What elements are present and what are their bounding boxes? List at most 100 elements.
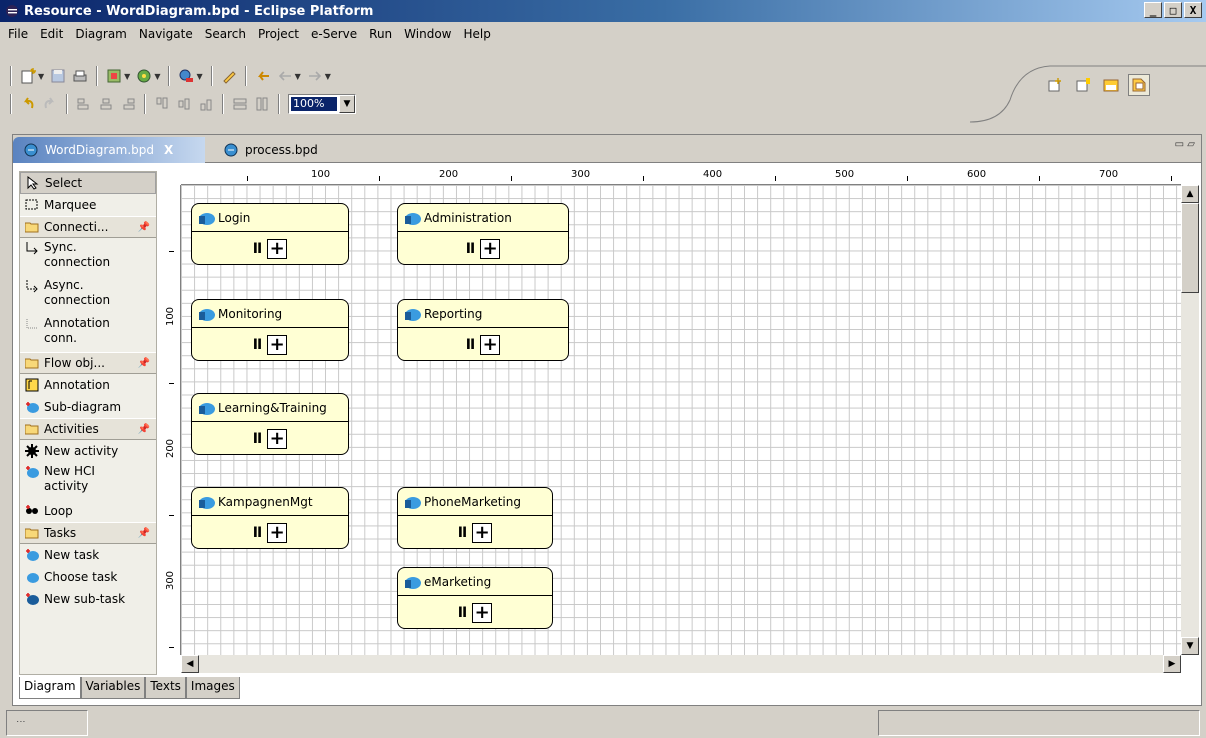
expand-plus-icon[interactable]: + <box>472 602 493 623</box>
minimize-button[interactable]: _ <box>1144 2 1162 18</box>
expand-plus-icon[interactable]: + <box>267 428 288 449</box>
pause-icon[interactable]: II <box>253 525 262 541</box>
save-icon[interactable] <box>48 66 68 86</box>
vertical-scroll-thumb[interactable] <box>1181 203 1199 293</box>
process-node-reporting[interactable]: Reporting II + <box>397 299 569 361</box>
menu-help[interactable]: Help <box>459 27 494 41</box>
print-icon[interactable] <box>70 66 90 86</box>
process-node-login[interactable]: Login II + <box>191 203 349 265</box>
new-icon[interactable] <box>18 66 38 86</box>
run-icon[interactable] <box>176 66 196 86</box>
tab-worddiagram[interactable]: WordDiagram.bpd X <box>13 137 205 163</box>
build-icon[interactable] <box>104 66 124 86</box>
scroll-up-icon[interactable]: ▲ <box>1181 185 1199 203</box>
align-bottom-icon[interactable] <box>196 94 216 114</box>
pause-icon[interactable]: II <box>253 337 262 353</box>
diagram-canvas[interactable]: Login II + Administration II + Monitoring … <box>181 185 1181 655</box>
palette-loop[interactable]: Loop <box>20 500 156 522</box>
palette-new-hci-activity[interactable]: New HCI activity <box>20 462 156 500</box>
palette-new-activity[interactable]: New activity <box>20 440 156 462</box>
palette-async-connection[interactable]: Async. connection <box>20 276 156 314</box>
palette-new-task[interactable]: New task <box>20 544 156 566</box>
back-icon[interactable] <box>275 66 295 86</box>
open-perspective-icon[interactable] <box>1044 74 1066 96</box>
java-perspective-icon[interactable] <box>1100 74 1122 96</box>
menu-e-serve[interactable]: e-Serve <box>307 27 361 41</box>
deploy-icon[interactable] <box>134 66 154 86</box>
scroll-left-icon[interactable]: ◀ <box>181 655 199 673</box>
close-tab-icon[interactable]: X <box>164 143 173 157</box>
undo-icon[interactable] <box>18 94 38 114</box>
process-node-emarketing[interactable]: eMarketing II + <box>397 567 553 629</box>
scroll-right-icon[interactable]: ▶ <box>1163 655 1181 673</box>
expand-plus-icon[interactable]: + <box>267 522 288 543</box>
menu-search[interactable]: Search <box>201 27 250 41</box>
pause-icon[interactable]: II <box>253 431 262 447</box>
align-top-icon[interactable] <box>152 94 172 114</box>
expand-plus-icon[interactable]: + <box>267 334 288 355</box>
match-width-icon[interactable] <box>230 94 250 114</box>
pin-icon[interactable]: 📌 <box>138 424 150 435</box>
palette-select-tool[interactable]: Select <box>20 172 156 194</box>
drawer-activities[interactable]: Activities 📌 <box>20 418 156 440</box>
vertical-scrollbar[interactable]: ▲ ▼ <box>1181 185 1199 655</box>
pin-icon[interactable]: 📌 <box>138 528 150 539</box>
align-left-icon[interactable] <box>74 94 94 114</box>
palette-choose-task[interactable]: Choose task <box>20 566 156 588</box>
palette-annotation[interactable]: Annotation <box>20 374 156 396</box>
tab-process[interactable]: process.bpd <box>213 137 359 163</box>
zoom-value[interactable]: 100% <box>291 97 337 111</box>
align-middle-icon[interactable] <box>174 94 194 114</box>
maximize-button[interactable]: □ <box>1164 2 1182 18</box>
scroll-down-icon[interactable]: ▼ <box>1181 637 1199 655</box>
match-height-icon[interactable] <box>252 94 272 114</box>
pause-icon[interactable]: II <box>458 605 467 621</box>
menu-run[interactable]: Run <box>365 27 396 41</box>
close-button[interactable]: X <box>1184 2 1202 18</box>
deploy-dropdown-icon[interactable]: ▼ <box>154 72 160 81</box>
back-dropdown-icon[interactable]: ▼ <box>295 72 301 81</box>
run-dropdown-icon[interactable]: ▼ <box>196 72 202 81</box>
forward-icon[interactable] <box>305 66 325 86</box>
expand-plus-icon[interactable]: + <box>480 238 501 259</box>
pencil-icon[interactable] <box>219 66 239 86</box>
drawer-tasks[interactable]: Tasks 📌 <box>20 522 156 544</box>
process-node-administration[interactable]: Administration II + <box>397 203 569 265</box>
tab-diagram[interactable]: Diagram <box>19 677 81 699</box>
drawer-flow-objects[interactable]: Flow obj... 📌 <box>20 352 156 374</box>
process-node-monitoring[interactable]: Monitoring II + <box>191 299 349 361</box>
pause-icon[interactable]: II <box>466 337 475 353</box>
minimize-maximize-view-icons[interactable]: ▭ ▱ <box>1175 139 1195 150</box>
pause-icon[interactable]: II <box>466 241 475 257</box>
tab-texts[interactable]: Texts <box>145 677 186 699</box>
pin-icon[interactable]: 📌 <box>138 222 150 233</box>
tab-images[interactable]: Images <box>185 677 240 699</box>
menu-edit[interactable]: Edit <box>36 27 67 41</box>
palette-sync-connection[interactable]: Sync. connection <box>20 238 156 276</box>
pin-icon[interactable]: 📌 <box>138 358 150 369</box>
horizontal-scrollbar[interactable]: ◀ ▶ <box>181 655 1181 673</box>
process-node-kampagnenmgt[interactable]: KampagnenMgt II + <box>191 487 349 549</box>
pause-icon[interactable]: II <box>458 525 467 541</box>
drawer-connections[interactable]: Connecti... 📌 <box>20 216 156 238</box>
menu-file[interactable]: File <box>4 27 32 41</box>
expand-plus-icon[interactable]: + <box>472 522 493 543</box>
expand-plus-icon[interactable]: + <box>267 238 288 259</box>
pause-icon[interactable]: II <box>253 241 262 257</box>
menu-diagram[interactable]: Diagram <box>71 27 131 41</box>
palette-sub-diagram[interactable]: Sub-diagram <box>20 396 156 418</box>
palette-new-sub-task[interactable]: New sub-task <box>20 588 156 610</box>
last-edit-icon[interactable] <box>253 66 273 86</box>
menu-window[interactable]: Window <box>400 27 455 41</box>
fast-view-bar[interactable]: ⋮ <box>6 710 88 736</box>
align-right-icon[interactable] <box>118 94 138 114</box>
menu-navigate[interactable]: Navigate <box>135 27 197 41</box>
new-dropdown-icon[interactable]: ▼ <box>38 72 44 81</box>
palette-annotation-connection[interactable]: Annotation conn. <box>20 314 156 352</box>
process-node-phonemarketing[interactable]: PhoneMarketing II + <box>397 487 553 549</box>
tab-variables[interactable]: Variables <box>80 677 146 699</box>
resource-perspective-icon[interactable] <box>1072 74 1094 96</box>
menu-project[interactable]: Project <box>254 27 303 41</box>
build-dropdown-icon[interactable]: ▼ <box>124 72 130 81</box>
forward-dropdown-icon[interactable]: ▼ <box>325 72 331 81</box>
